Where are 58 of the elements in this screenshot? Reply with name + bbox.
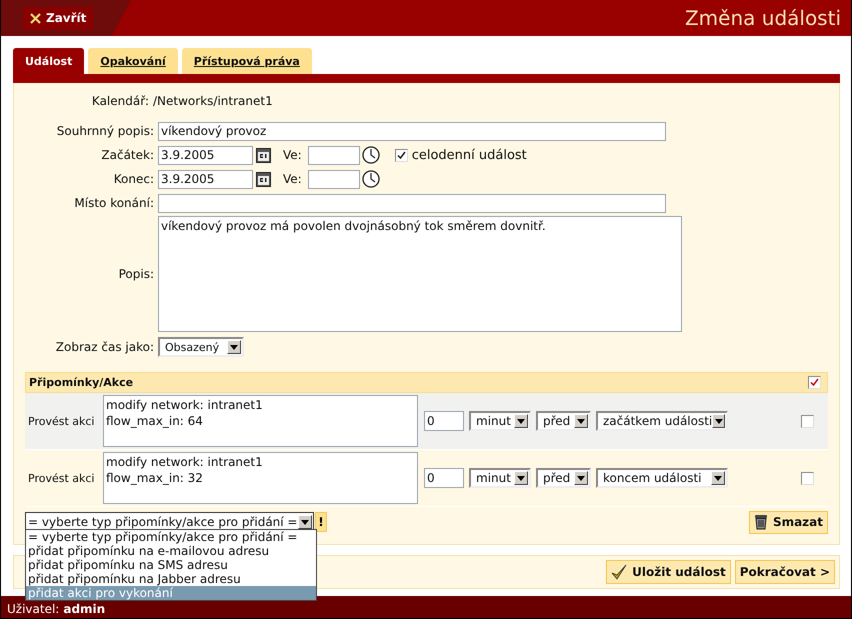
field-label: Ve: <box>283 148 302 162</box>
row-checkbox[interactable] <box>801 414 814 428</box>
relation-dropdown[interactable]: před <box>536 468 591 488</box>
row-label: Provést akci <box>28 414 96 428</box>
unit-dropdown[interactable]: minut <box>469 468 531 488</box>
date-field[interactable]: 3.9.2005 <box>158 146 253 164</box>
tab[interactable]: Opakování <box>88 48 178 74</box>
close-button[interactable]: Zavřít <box>23 6 94 30</box>
field-label: Začátek: <box>100 148 155 162</box>
action-field[interactable]: modify network: intranet1 flow_max_in: 64 <box>103 395 418 447</box>
dropdown-option[interactable]: = vyberte typ připomínky/akce pro přidání = <box>26 530 316 544</box>
field-label: Ve: <box>283 172 302 186</box>
row-checkbox[interactable] <box>801 472 814 484</box>
field-label: Konec: <box>112 172 155 186</box>
user-name: admin <box>63 602 106 616</box>
reference-dropdown[interactable]: začátkem události <box>596 411 728 431</box>
tab[interactable]: Přístupová práva <box>182 48 312 74</box>
dropdown-option[interactable]: přidat připomínku na e-mailovou adresu <box>26 544 316 558</box>
calendar-icon[interactable] <box>256 172 271 186</box>
action-field[interactable]: modify network: intranet1 flow_max_in: 32 <box>103 452 418 504</box>
show-as-dropdown[interactable]: Obsazený <box>158 337 244 357</box>
window-title: Změna události <box>684 6 841 30</box>
checkmark-icon <box>611 564 628 580</box>
section-title: Připomínky/Akce <box>29 376 134 389</box>
time-field[interactable] <box>308 146 360 164</box>
relation-dropdown[interactable]: před <box>536 411 591 431</box>
location-field[interactable] <box>158 194 666 212</box>
close-icon <box>30 12 41 24</box>
select-all-checkbox[interactable] <box>808 376 821 389</box>
field-label: Zobraz čas jako: <box>54 340 155 354</box>
add-button[interactable]: ! <box>315 512 327 532</box>
row-label: Provést akci <box>28 472 96 484</box>
dropdown-option[interactable]: přidat připomínku na SMS adresu <box>26 558 316 572</box>
all-day-checkbox[interactable] <box>394 148 408 162</box>
save-button[interactable]: Uložit událost <box>606 560 731 584</box>
amount-field[interactable]: 0 <box>424 468 464 488</box>
dropdown-option[interactable]: přidat připomínku na Jabber adresu <box>26 572 316 586</box>
clock-icon[interactable] <box>362 170 380 188</box>
delete-button[interactable]: Smazat <box>748 510 828 534</box>
field-label: Místo konání: <box>73 196 155 210</box>
checkbox-label: celodenní událost <box>412 148 527 162</box>
continue-button[interactable]: Pokračovat > <box>734 560 835 584</box>
description-field[interactable]: víkendový provoz má povolen dvojnásobný tok směrem dovnitř. <box>158 216 682 332</box>
field-label: Souhrnný popis: <box>56 124 155 138</box>
clock-icon[interactable] <box>362 146 380 164</box>
summary-field[interactable]: víkendový provoz <box>158 122 666 140</box>
unit-dropdown[interactable]: minut <box>469 411 531 431</box>
time-field[interactable] <box>308 170 360 188</box>
calendar-path: /Networks/intranet1 <box>153 94 273 108</box>
trash-icon <box>754 514 768 530</box>
calendar-icon[interactable] <box>256 148 271 162</box>
date-field[interactable]: 3.9.2005 <box>158 170 253 188</box>
field-label: Kalendář: <box>90 94 150 108</box>
reference-dropdown[interactable]: koncem události <box>596 468 728 488</box>
tab[interactable]: Událost <box>13 48 84 74</box>
user-label: Uživatel: <box>7 602 60 616</box>
field-label: Popis: <box>118 267 155 281</box>
amount-field[interactable]: 0 <box>424 411 464 431</box>
